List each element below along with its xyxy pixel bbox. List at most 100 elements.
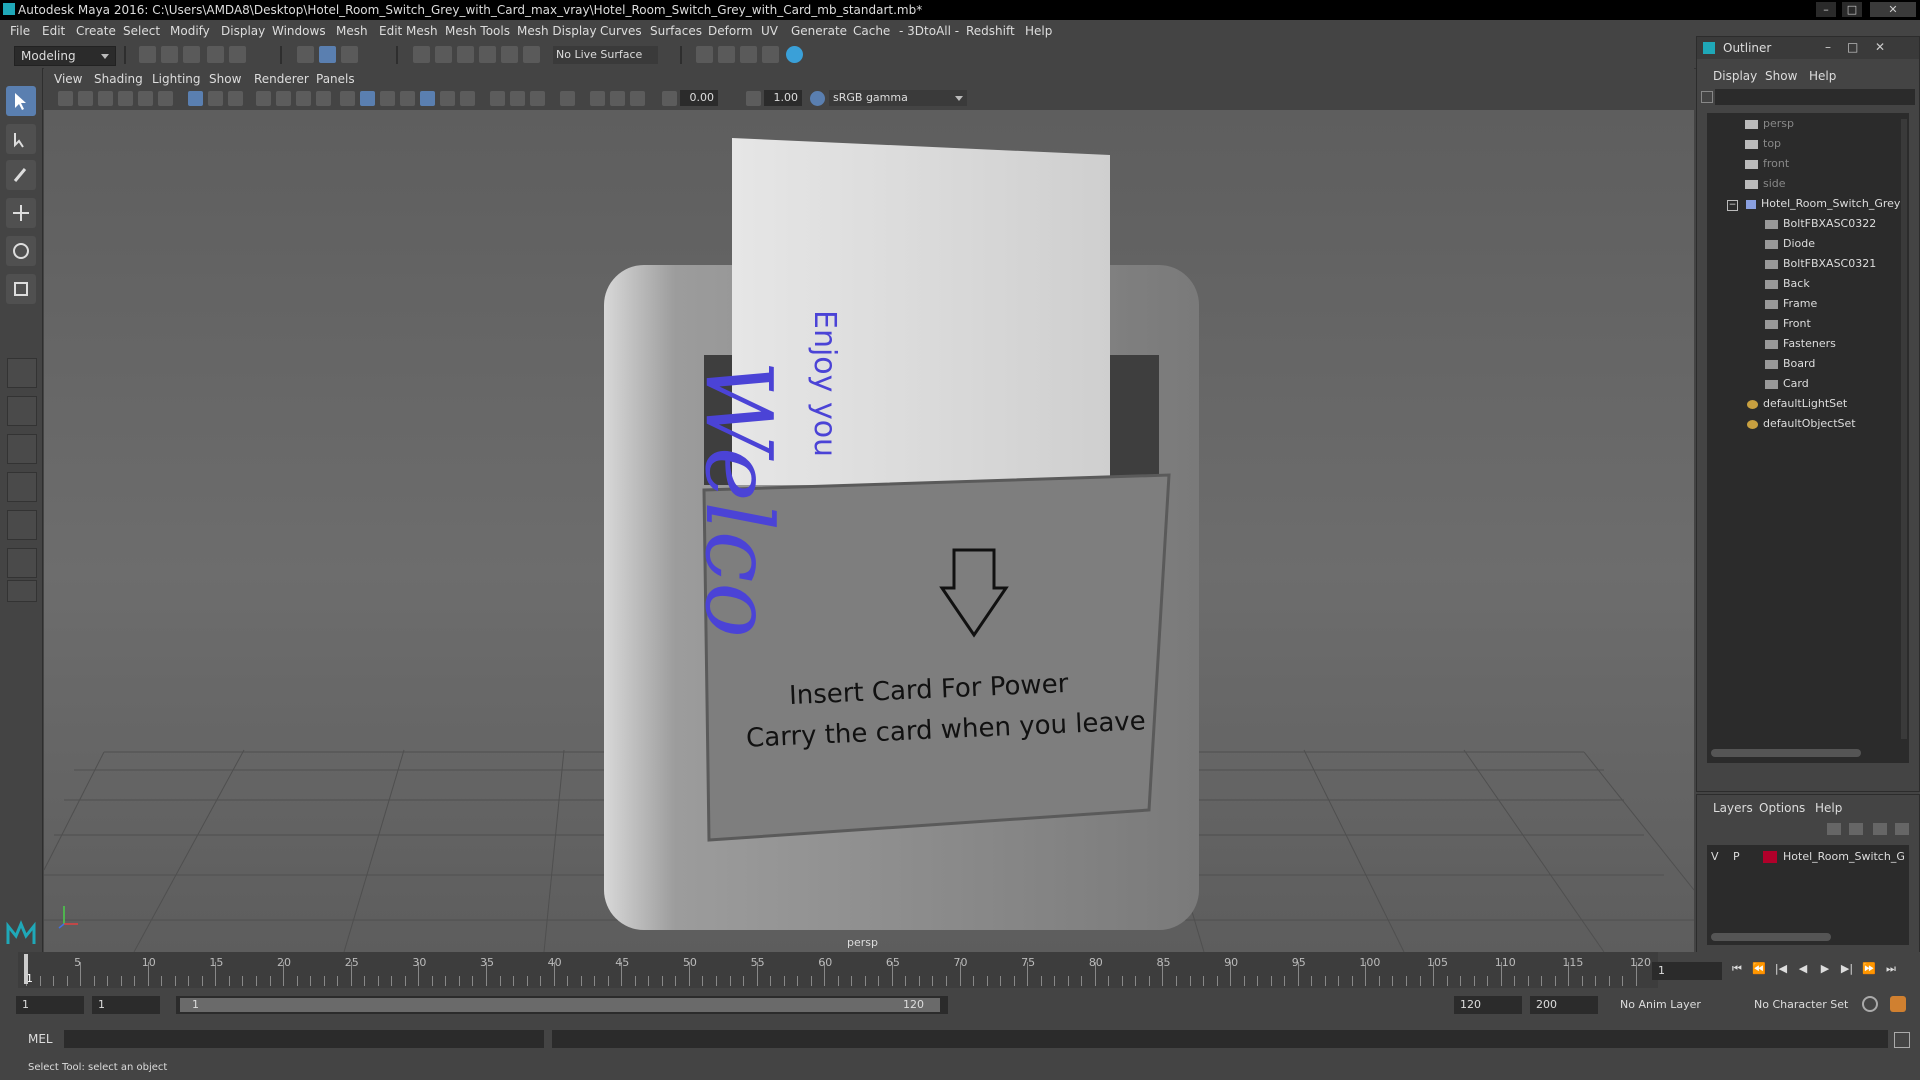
layer-playback-toggle[interactable]: P — [1733, 850, 1740, 863]
select-hierarchy-icon[interactable] — [297, 46, 314, 63]
go-to-start-icon[interactable]: ⏮ — [1730, 962, 1744, 976]
outliner-item-group[interactable]: − Hotel_Room_Switch_Grey — [1727, 197, 1900, 211]
menu-file[interactable]: File — [10, 24, 30, 38]
animation-end-field[interactable]: 200 — [1530, 996, 1598, 1014]
layout-two-icon[interactable] — [7, 434, 37, 464]
textured-icon[interactable] — [420, 91, 435, 106]
anim-layer-dropdown[interactable]: No Anim Layer — [1620, 998, 1740, 1011]
menu-redshift[interactable]: Redshift — [966, 24, 1015, 38]
camera-select-icon[interactable] — [58, 91, 73, 106]
auto-key-icon[interactable] — [1862, 996, 1878, 1012]
outliner-item-top[interactable]: top — [1745, 137, 1781, 150]
smooth-shade-icon[interactable] — [360, 91, 375, 106]
grease-pencil-icon[interactable] — [158, 91, 173, 106]
paint-select-tool-button[interactable] — [6, 160, 36, 190]
image-plane-icon[interactable] — [118, 91, 133, 106]
outliner-item-set[interactable]: defaultObjectSet — [1747, 417, 1856, 430]
scale-tool-button[interactable] — [6, 274, 36, 304]
menu-uv[interactable]: UV — [761, 24, 778, 38]
menu-select[interactable]: Select — [123, 24, 160, 38]
menu-curves[interactable]: Curves — [600, 24, 642, 38]
layout-persp-outliner-icon[interactable] — [7, 472, 37, 502]
menu-modify[interactable]: Modify — [170, 24, 210, 38]
outliner-maximize-button[interactable]: □ — [1847, 40, 1858, 54]
layer-visibility-toggle[interactable]: V — [1711, 850, 1719, 863]
safe-title-icon[interactable] — [316, 91, 331, 106]
panel-menu-shading[interactable]: Shading — [94, 72, 143, 86]
menu-cache[interactable]: Cache — [853, 24, 890, 38]
outliner-item-child[interactable]: BoltFBXASC0321 — [1765, 257, 1876, 270]
panel-menu-lighting[interactable]: Lighting — [152, 72, 201, 86]
field-chart-icon[interactable] — [276, 91, 291, 106]
outliner-item-child[interactable]: Back — [1765, 277, 1810, 290]
menu-generate[interactable]: Generate — [791, 24, 847, 38]
outliner-item-child[interactable]: Front — [1765, 317, 1811, 330]
menu-mesh[interactable]: Mesh — [336, 24, 368, 38]
panel-menu-show[interactable]: Show — [209, 72, 241, 86]
grid-toggle-icon[interactable] — [188, 91, 203, 106]
shadows-icon[interactable] — [460, 91, 475, 106]
menu-mesh-tools[interactable]: Mesh Tools — [445, 24, 510, 38]
outliner-menu-help[interactable]: Help — [1809, 69, 1836, 83]
wireframe-on-shaded-icon[interactable] — [400, 91, 415, 106]
move-layer-up-icon[interactable] — [1827, 823, 1841, 835]
menu-deform[interactable]: Deform — [708, 24, 753, 38]
command-language-label[interactable]: MEL — [28, 1032, 53, 1046]
exposure-icon[interactable] — [662, 91, 677, 106]
camera-attributes-icon[interactable] — [78, 91, 93, 106]
open-scene-icon[interactable] — [161, 46, 178, 63]
layer-horizontal-scrollbar[interactable] — [1711, 933, 1831, 941]
outliner-minimize-button[interactable]: – — [1825, 40, 1831, 54]
outliner-item-child[interactable]: Board — [1765, 357, 1815, 370]
snap-view-icon[interactable] — [479, 46, 496, 63]
snap-vertex-icon[interactable] — [523, 46, 540, 63]
menu-edit-mesh[interactable]: Edit Mesh — [379, 24, 438, 38]
outliner-item-child[interactable]: Fasteners — [1765, 337, 1836, 350]
play-backwards-icon[interactable]: ◀ — [1796, 962, 1810, 976]
range-slider-track[interactable]: 1 120 — [176, 996, 948, 1014]
menu-help[interactable]: Help — [1025, 24, 1052, 38]
menu-3dtoall[interactable]: - 3DtoAll - — [899, 24, 959, 38]
snap-curve-icon[interactable] — [435, 46, 452, 63]
outliner-close-button[interactable]: ✕ — [1875, 40, 1885, 54]
minimize-button[interactable]: – — [1816, 2, 1836, 17]
outliner-item-persp[interactable]: persp — [1745, 117, 1794, 130]
layout-four-icon[interactable] — [7, 396, 37, 426]
perspective-viewport[interactable]: Welco Enjoy you Insert Card For Power Ca… — [44, 110, 1694, 952]
step-forward-frame-icon[interactable]: ⏩ — [1862, 962, 1876, 976]
step-back-frame-icon[interactable]: ⏪ — [1752, 962, 1766, 976]
layer-color-swatch[interactable] — [1763, 851, 1777, 863]
outliner-item-front[interactable]: front — [1745, 157, 1789, 170]
snap-point-icon[interactable] — [457, 46, 474, 63]
collapse-icon[interactable]: − — [1727, 200, 1738, 211]
view-transform-dropdown[interactable]: sRGB gamma — [829, 90, 967, 106]
outliner-menu-display[interactable]: Display — [1713, 69, 1757, 83]
playback-end-field[interactable]: 120 — [1454, 996, 1522, 1014]
gate-mask-icon[interactable] — [256, 91, 271, 106]
animation-start-field[interactable]: 1 — [16, 996, 84, 1014]
animation-preferences-icon[interactable] — [1890, 996, 1906, 1012]
layout-graph-icon[interactable] — [7, 510, 37, 540]
outliner-item-side[interactable]: side — [1745, 177, 1786, 190]
outliner-vertical-scrollbar[interactable] — [1901, 119, 1907, 739]
lasso-tool-button[interactable] — [6, 124, 36, 154]
menu-windows[interactable]: Windows — [272, 24, 326, 38]
current-time-indicator[interactable] — [24, 954, 28, 984]
playback-start-field[interactable]: 1 — [92, 996, 160, 1014]
menu-create[interactable]: Create — [76, 24, 116, 38]
outliner-item-child[interactable]: Diode — [1765, 237, 1815, 250]
outliner-item-child[interactable]: Frame — [1765, 297, 1817, 310]
layout-more-icon[interactable] — [7, 580, 37, 602]
gamma-field[interactable]: 1.00 — [764, 90, 802, 106]
anti-aliasing-icon[interactable] — [530, 91, 545, 106]
filter-icon[interactable] — [1701, 91, 1713, 103]
gamma-icon[interactable] — [746, 91, 761, 106]
select-object-icon[interactable] — [319, 46, 336, 63]
layers-menu-options[interactable]: Options — [1759, 801, 1805, 815]
xray-active-icon[interactable] — [630, 91, 645, 106]
command-input[interactable] — [64, 1030, 544, 1048]
step-forward-key-icon[interactable]: ▶| — [1840, 962, 1854, 976]
save-scene-icon[interactable] — [183, 46, 200, 63]
isolate-select-icon[interactable] — [560, 91, 575, 106]
two-d-pan-icon[interactable] — [138, 91, 153, 106]
